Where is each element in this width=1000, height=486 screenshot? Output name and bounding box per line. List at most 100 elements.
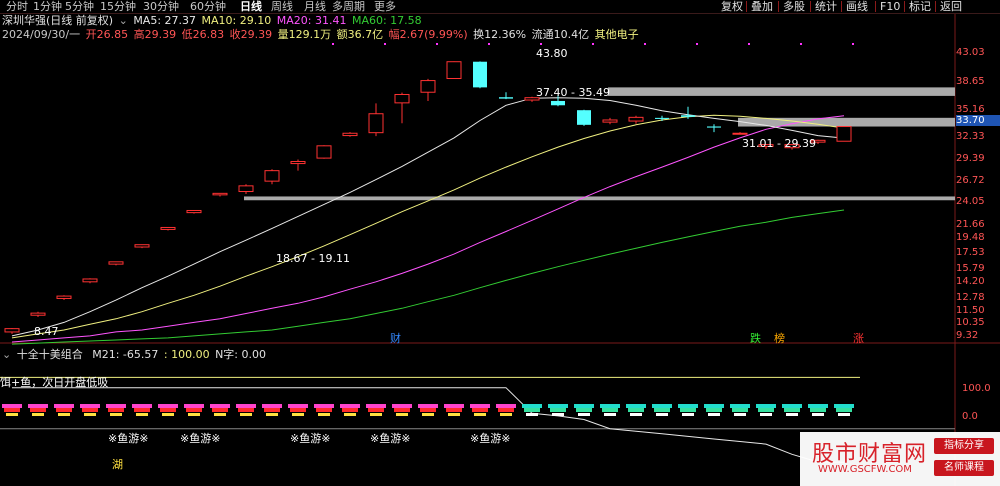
zone-low-label: 18.67 - 19.11 [276, 252, 350, 265]
candle-body[interactable] [368, 113, 384, 134]
candle-body[interactable] [30, 312, 46, 316]
signal-bar [682, 413, 694, 416]
candle-body[interactable] [577, 110, 591, 125]
candle-body[interactable] [681, 115, 695, 117]
signal-bar [706, 408, 722, 412]
signal-bar [82, 408, 98, 412]
candle-body[interactable] [342, 132, 358, 137]
signal-bar [290, 408, 306, 412]
price-axis-label: 11.50 [956, 305, 985, 316]
signal-bar [262, 404, 282, 408]
signal-bar [162, 413, 174, 416]
signal-bar [498, 408, 514, 412]
signal-bar [630, 413, 642, 416]
price-axis-label: 14.20 [956, 276, 985, 287]
signal-bar [524, 408, 540, 412]
candle-body[interactable] [238, 185, 254, 193]
candle-body[interactable] [732, 132, 748, 135]
candle-body[interactable] [160, 226, 176, 230]
signal-bar [158, 404, 178, 408]
candle-body[interactable] [316, 145, 332, 159]
signal-bar [756, 404, 776, 408]
signal-bar [32, 413, 44, 416]
signal-bar [808, 404, 828, 408]
signal-bar [708, 413, 720, 416]
signal-bar [6, 413, 18, 416]
signal-bar [680, 408, 696, 412]
candle-body[interactable] [602, 119, 618, 123]
signal-bar [80, 404, 100, 408]
signal-bar [214, 413, 226, 416]
ma20-line [11, 115, 845, 343]
signal-bar [56, 408, 72, 412]
candle-body[interactable] [655, 117, 669, 119]
marker-zhang: 涨 [853, 332, 864, 345]
watermark-share-button[interactable]: 指标分享 [934, 438, 994, 454]
signal-bar [4, 408, 20, 412]
signal-bar [342, 408, 358, 412]
signal-bar [522, 404, 542, 408]
price-axis-label: 12.78 [956, 292, 985, 303]
kline-chart[interactable] [0, 0, 1000, 486]
signal-bar [472, 408, 488, 412]
signal-bar [760, 413, 772, 416]
signal-bar [836, 408, 852, 412]
signal-bar [418, 404, 438, 408]
signal-bar [810, 408, 826, 412]
signal-bar [812, 413, 824, 416]
candle-body[interactable] [290, 160, 306, 165]
candle-body[interactable] [56, 295, 72, 299]
signal-bar [420, 408, 436, 412]
indicator-name: 十全十美组合 [16, 348, 83, 361]
watermark-course-button[interactable]: 名师课程 [934, 460, 994, 476]
candle-body[interactable] [108, 261, 124, 265]
indicator-m21: M21: -65.57 [92, 348, 159, 361]
ma60-line [11, 209, 845, 345]
price-axis-label: 10.35 [956, 317, 985, 328]
tag-hu: 湖 [112, 458, 123, 471]
candle-body[interactable] [82, 278, 98, 283]
signal-bar [236, 404, 256, 408]
candle-body[interactable] [707, 126, 721, 128]
signal-bar [392, 404, 412, 408]
candle-body[interactable] [264, 170, 280, 182]
indicator-signal-text: 饵+鱼，次日开盘低吸 [0, 376, 109, 389]
signal-bar [730, 404, 750, 408]
candle-body[interactable] [420, 80, 436, 93]
signal-bar [368, 408, 384, 412]
peak-price-label: 43.80 [536, 47, 568, 60]
candle-body[interactable] [186, 209, 202, 214]
zone-high-label: 37.40 - 35.49 [536, 86, 610, 99]
candle-body[interactable] [212, 192, 228, 196]
marker-die: 跌 [750, 332, 761, 345]
candle-body[interactable] [394, 93, 410, 104]
top-dot-marker [800, 43, 802, 45]
signal-bar [28, 404, 48, 408]
tag-yuyou: ※鱼游※ [180, 432, 221, 445]
signal-bar [316, 408, 332, 412]
signal-bar [134, 408, 150, 412]
signal-bar [654, 408, 670, 412]
watermark-panel: 股市财富网 WWW.GSCFW.COM 指标分享 名师课程 [800, 432, 1000, 486]
marker-cai: 财 [390, 332, 401, 345]
signal-bar [678, 404, 698, 408]
candle-body[interactable] [551, 100, 565, 106]
candle-body[interactable] [628, 116, 644, 122]
low-price-label: 8.47 [34, 325, 59, 338]
candle-body[interactable] [446, 61, 462, 80]
chevron-down-icon[interactable]: ⌄ [2, 348, 11, 361]
signal-bar [264, 408, 280, 412]
signal-bar [782, 404, 802, 408]
candle-body[interactable] [499, 97, 513, 99]
candle-body[interactable] [836, 126, 852, 142]
signal-bar [136, 413, 148, 416]
signal-bar [784, 408, 800, 412]
signal-bar [2, 404, 22, 408]
price-axis-label: 9.32 [956, 330, 979, 341]
top-dot-marker [488, 43, 490, 45]
candle-body[interactable] [473, 61, 487, 88]
signal-bar [184, 404, 204, 408]
signal-bar [396, 413, 408, 416]
candle-body[interactable] [134, 244, 150, 248]
candle-body[interactable] [4, 328, 20, 333]
